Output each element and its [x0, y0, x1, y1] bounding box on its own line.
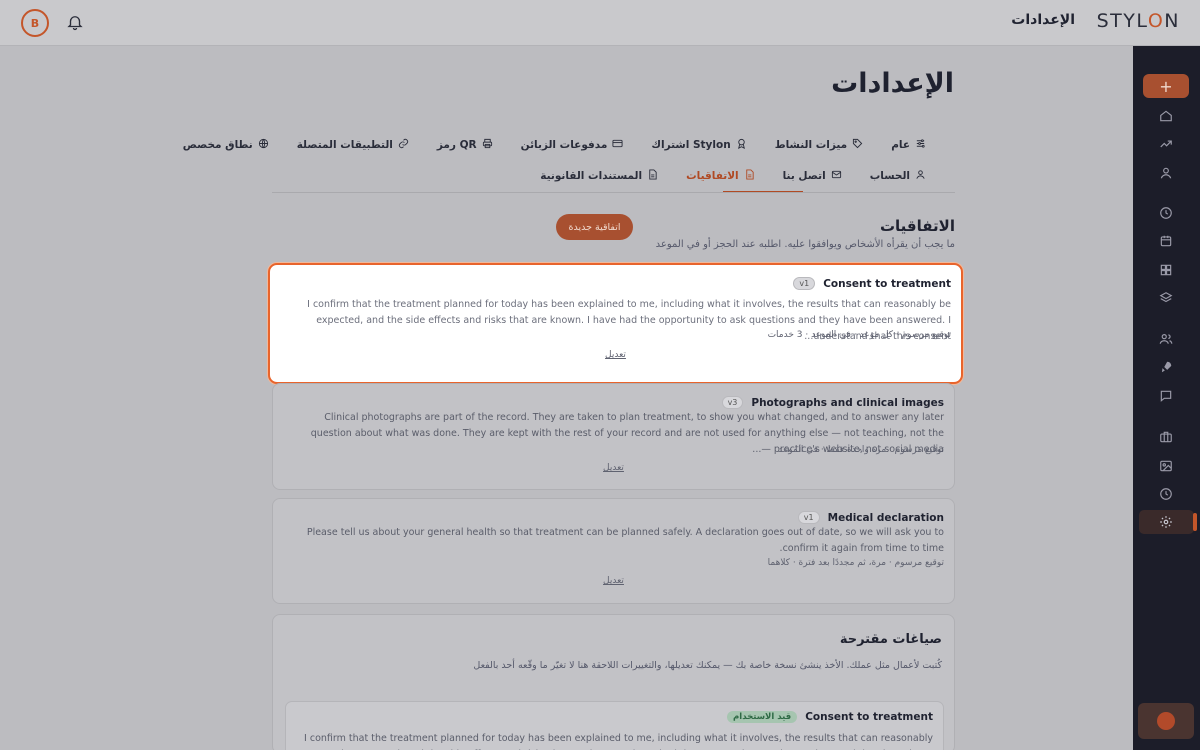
gear-icon[interactable]: [1157, 513, 1175, 531]
edit-link[interactable]: تعديل: [270, 350, 961, 360]
file-icon: [647, 169, 658, 183]
tab-contact-us[interactable]: اتصل بنا: [769, 166, 856, 186]
section-title: الاتفاقيات: [879, 217, 955, 235]
card-meta: توقيع مرسوم · كل موعد · في الموعد · 3 خد…: [767, 330, 951, 340]
rocket-icon[interactable]: [1157, 358, 1175, 376]
bell-icon[interactable]: [66, 13, 84, 31]
suggested-title: صياغات مقترحة: [839, 632, 942, 647]
tab-legal-documents[interactable]: المستندات القانونية: [526, 166, 672, 186]
tab-account[interactable]: الحساب: [856, 166, 940, 186]
tab-label: الحساب: [869, 170, 910, 182]
printer-icon: [482, 138, 493, 152]
user-icon[interactable]: [1157, 164, 1175, 182]
image-icon[interactable]: [1157, 457, 1175, 475]
card-title: Medical declaration: [827, 511, 944, 524]
avatar[interactable]: B: [21, 9, 49, 37]
logo-part: N: [1164, 10, 1180, 32]
tab-label: التطبيقات المتصلة: [296, 139, 393, 151]
agreement-card[interactable]: Photographs and clinical images v3 Clini…: [272, 383, 955, 490]
new-agreement-button[interactable]: اتفاقية جديدة: [556, 214, 633, 240]
person-icon: [915, 169, 926, 183]
users-icon[interactable]: [1157, 330, 1175, 348]
layers-icon[interactable]: [1157, 289, 1175, 307]
top-bar: B الإعدادات STYLON: [0, 0, 1200, 46]
suggested-card-body: I confirm that the treatment planned for…: [304, 733, 933, 750]
tag-icon: [852, 138, 863, 152]
clock-icon[interactable]: [1157, 204, 1175, 222]
logo[interactable]: STYLON: [1097, 10, 1180, 32]
doc-icon: [744, 169, 755, 183]
tab-label: عام: [891, 139, 910, 151]
tab-label: مدفوعات الزبائن: [520, 139, 608, 151]
settings-tabs-row-2: الحساب اتصل بنا الاتفاقيات المستندات الق…: [526, 166, 940, 186]
suggested-card-title: Consent to treatment: [805, 711, 933, 723]
tab-label: اتصل بنا: [782, 170, 826, 182]
card-meta: توقيع مرسوم · مرة، ثم مجددًا بعد فترة · …: [767, 558, 944, 568]
grid-icon[interactable]: [1157, 261, 1175, 279]
tab-business-features[interactable]: ميزات النشاط: [761, 135, 878, 155]
briefcase-icon[interactable]: [1157, 428, 1175, 446]
tab-subscription[interactable]: اشتراك Stylon: [637, 135, 760, 155]
tab-label: ميزات النشاط: [774, 139, 848, 151]
tab-connected-apps[interactable]: التطبيقات المتصلة: [283, 135, 423, 155]
globe-icon: [258, 138, 269, 152]
version-badge: v1: [793, 277, 816, 290]
tab-label: المستندات القانونية: [540, 170, 643, 182]
settings-tabs-row-1: عام ميزات النشاط اشتراك Stylon مدفوعات ا…: [169, 135, 940, 155]
edit-link[interactable]: تعديل: [273, 576, 954, 586]
agreement-card[interactable]: Consent to treatment v1 I confirm that t…: [268, 263, 963, 384]
history-icon[interactable]: [1157, 485, 1175, 503]
suggested-card-header: Consent to treatment قيد الاستخدام: [727, 711, 933, 723]
support-icon: [1157, 712, 1175, 730]
trend-icon[interactable]: [1157, 135, 1175, 153]
calendar-icon[interactable]: [1157, 232, 1175, 250]
card-header: Photographs and clinical images v3: [721, 396, 944, 409]
tab-qr-code[interactable]: رمز QR: [423, 135, 507, 155]
suggested-card[interactable]: Consent to treatment قيد الاستخدام I con…: [285, 701, 944, 750]
card-body: Please tell us about your general health…: [306, 527, 944, 554]
card-header: Medical declaration v1: [797, 511, 944, 524]
card-header: Consent to treatment v1: [793, 277, 951, 290]
add-button[interactable]: +: [1143, 74, 1189, 98]
home-icon[interactable]: [1157, 107, 1175, 125]
tab-label: رمز QR: [436, 139, 477, 151]
tab-label: نطاق مخصص: [182, 139, 253, 151]
in-use-badge: قيد الاستخدام: [727, 711, 798, 723]
version-badge: v1: [797, 511, 820, 524]
tab-label: الاتفاقيات: [686, 170, 739, 182]
section-subtitle: ما يجب أن يقرأه الأشخاص ويوافقوا عليه. ا…: [655, 239, 955, 250]
card-meta: توقيع مرسوم · مرة واحدة فقط · في الموعد: [778, 445, 944, 455]
tab-customer-payments[interactable]: مدفوعات الزبائن: [507, 135, 638, 155]
sliders-icon: [915, 138, 926, 152]
link-icon: [398, 138, 409, 152]
support-widget[interactable]: [1138, 703, 1194, 739]
mail-icon: [831, 169, 842, 183]
award-icon: [736, 138, 747, 152]
suggested-subtitle: كُتبت لأعمال مثل عملك. الأخذ ينشئ نسخة خ…: [473, 660, 942, 671]
chat-icon[interactable]: [1157, 387, 1175, 405]
tabs-divider: [272, 192, 955, 193]
sidebar-active-indicator: [1193, 513, 1197, 531]
logo-part: STYL: [1096, 10, 1148, 32]
version-badge: v3: [721, 396, 744, 409]
card-icon: [612, 138, 623, 152]
logo-accent: O: [1147, 10, 1165, 32]
page-title: الإعدادات: [831, 68, 954, 99]
agreement-card[interactable]: Medical declaration v1 Please tell us ab…: [272, 498, 955, 604]
card-title: Photographs and clinical images: [751, 396, 944, 409]
tab-agreements[interactable]: الاتفاقيات: [672, 166, 769, 186]
card-title: Consent to treatment: [823, 277, 951, 290]
tab-custom-domain[interactable]: نطاق مخصص: [169, 135, 283, 155]
tab-general[interactable]: عام: [877, 135, 940, 155]
sidebar: +: [1133, 46, 1200, 750]
suggested-wordings: صياغات مقترحة كُتبت لأعمال مثل عملك. الأ…: [272, 614, 955, 750]
tab-label: اشتراك Stylon: [651, 139, 731, 151]
header-title: الإعدادات: [1011, 12, 1075, 28]
edit-link[interactable]: تعديل: [273, 463, 954, 473]
